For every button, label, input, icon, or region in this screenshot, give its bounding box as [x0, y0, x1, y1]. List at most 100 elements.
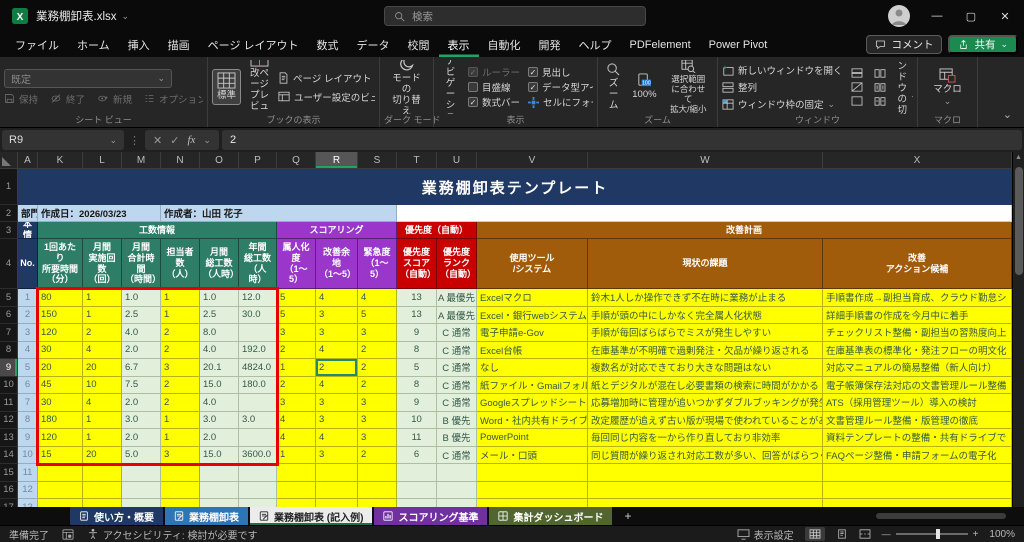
- cell-W6[interactable]: 手順が頭の中にしかなく完全属人化状態: [588, 307, 823, 325]
- row-header-2[interactable]: 2: [0, 205, 18, 222]
- page-break-status-button[interactable]: [859, 529, 871, 539]
- cell-R13[interactable]: 4: [316, 429, 358, 447]
- cell-W15[interactable]: [588, 464, 823, 482]
- cell-W16[interactable]: [588, 482, 823, 500]
- cell-S11[interactable]: 3: [358, 394, 397, 412]
- comments-button[interactable]: コメント: [866, 35, 942, 54]
- row-header-14[interactable]: 14: [0, 447, 18, 465]
- cell-L12[interactable]: 1: [83, 412, 122, 430]
- column-header-T[interactable]: T: [397, 152, 437, 169]
- gridlines-checkbox[interactable]: 目盛線: [468, 80, 520, 95]
- cell-V12[interactable]: Word・社内共有ドライブ: [477, 412, 588, 430]
- sheet-tab-inventory-example[interactable]: 業務棚卸表 (記入例): [250, 507, 372, 525]
- insert-function-icon[interactable]: fx: [187, 134, 195, 146]
- cell-S13[interactable]: 3: [358, 429, 397, 447]
- cell-W7[interactable]: 手順が毎回ばらばらでミスが発生しやすい: [588, 324, 823, 342]
- menu-tab-4[interactable]: ページ レイアウト: [199, 32, 308, 57]
- cell-R12[interactable]: 3: [316, 412, 358, 430]
- cell-L7[interactable]: 2: [83, 324, 122, 342]
- header-group-scoring[interactable]: スコアリング: [277, 222, 397, 239]
- header-col-S[interactable]: 緊急度 （1～5）: [358, 239, 397, 289]
- cell-P7[interactable]: [239, 324, 277, 342]
- cell-dept-label[interactable]: 部門: [18, 205, 38, 222]
- cell-T16[interactable]: [397, 482, 437, 500]
- cell-W8[interactable]: 在庫基準が不明確で過剰発注・欠品が繰り返される: [588, 342, 823, 360]
- header-col-A[interactable]: No.: [18, 239, 38, 289]
- cell-V5[interactable]: Excelマクロ: [477, 289, 588, 307]
- cell-R16[interactable]: [316, 482, 358, 500]
- header-col-U[interactable]: 優先度 ランク （自動）: [437, 239, 477, 289]
- cell-L8[interactable]: 4: [83, 342, 122, 360]
- zoom-out-icon[interactable]: —: [882, 529, 891, 539]
- cell-U14[interactable]: C 通常: [437, 447, 477, 465]
- cell-A12[interactable]: 8: [18, 412, 38, 430]
- cell-U5[interactable]: A 最優先: [437, 289, 477, 307]
- column-header-X[interactable]: X: [823, 152, 1012, 169]
- freeze-panes-button[interactable]: ウィンドウ枠の固定⌄: [722, 97, 843, 111]
- cell-N5[interactable]: 1: [161, 289, 200, 307]
- cell-P16[interactable]: [239, 482, 277, 500]
- cell-A17[interactable]: 13: [18, 499, 38, 507]
- row-header-10[interactable]: 10: [0, 377, 18, 395]
- hide-window-button[interactable]: [851, 82, 863, 92]
- cell-K11[interactable]: 30: [38, 394, 83, 412]
- cell-M7[interactable]: 4.0: [122, 324, 161, 342]
- exit-sheet-view-button[interactable]: 終了: [50, 92, 85, 106]
- row-header-7[interactable]: 7: [0, 324, 18, 342]
- new-sheet-view-button[interactable]: 新規: [97, 92, 132, 106]
- header-group-basic[interactable]: 本情: [18, 222, 38, 239]
- view-side-by-side-icon[interactable]: [874, 68, 886, 78]
- header-col-N[interactable]: 担当者数 （人）: [161, 239, 200, 289]
- column-header-R[interactable]: R: [316, 152, 358, 169]
- header-col-V[interactable]: 使用ツール /システム: [477, 239, 588, 289]
- cell-V15[interactable]: [477, 464, 588, 482]
- cell-R7[interactable]: 3: [316, 324, 358, 342]
- cell-U12[interactable]: B 優先: [437, 412, 477, 430]
- data-type-icons-checkbox[interactable]: ✓データ型アイコン: [528, 80, 593, 95]
- cell-L6[interactable]: 1: [83, 307, 122, 325]
- cell-X16[interactable]: [823, 482, 1012, 500]
- menu-tab-0[interactable]: ファイル: [6, 32, 68, 57]
- cell-K7[interactable]: 120: [38, 324, 83, 342]
- cell-S7[interactable]: 3: [358, 324, 397, 342]
- menu-tab-9[interactable]: 自動化: [479, 32, 530, 57]
- cell-P11[interactable]: [239, 394, 277, 412]
- cell-Q11[interactable]: 3: [277, 394, 316, 412]
- header-col-T[interactable]: 優先度 スコア （自動）: [397, 239, 437, 289]
- navigation-button[interactable]: ナビゲー ション: [438, 60, 463, 114]
- menu-tab-12[interactable]: PDFelement: [621, 32, 700, 57]
- cell-O9[interactable]: 20.1: [200, 359, 239, 377]
- cell-K6[interactable]: 150: [38, 307, 83, 325]
- menu-tab-1[interactable]: ホーム: [68, 32, 119, 57]
- cell-O17[interactable]: [200, 499, 239, 507]
- ruler-checkbox-box[interactable]: ✓: [468, 67, 478, 77]
- header-col-W[interactable]: 現状の課題: [588, 239, 823, 289]
- sheet-title-cell[interactable]: 業務棚卸表テンプレート: [18, 169, 1012, 205]
- cell-X14[interactable]: FAQページ整備・申請フォームの電子化: [823, 447, 1012, 465]
- column-header-K[interactable]: K: [38, 152, 83, 169]
- cell-O8[interactable]: 4.0: [200, 342, 239, 360]
- zoom-to-selection-button[interactable]: 選択範囲に合わせて 拡大/縮小: [664, 60, 713, 114]
- cell-K17[interactable]: [38, 499, 83, 507]
- column-header-A[interactable]: A: [18, 152, 38, 169]
- row-header-16[interactable]: 16: [0, 482, 18, 500]
- cell-T10[interactable]: 8: [397, 377, 437, 395]
- cell-Q6[interactable]: 5: [277, 307, 316, 325]
- cell-M11[interactable]: 2.0: [122, 394, 161, 412]
- cell-S8[interactable]: 2: [358, 342, 397, 360]
- menu-tab-11[interactable]: ヘルプ: [570, 32, 621, 57]
- cell-P9[interactable]: 4824.0: [239, 359, 277, 377]
- cell-U13[interactable]: B 優先: [437, 429, 477, 447]
- cell-R5[interactable]: 4: [316, 289, 358, 307]
- cell-W5[interactable]: 鈴木1人しか操作できず不在時に業務が止まる: [588, 289, 823, 307]
- cell-R6[interactable]: 3: [316, 307, 358, 325]
- split-button[interactable]: [851, 68, 863, 78]
- cell-V13[interactable]: PowerPoint: [477, 429, 588, 447]
- header-group-kaizen[interactable]: 改善計画: [477, 222, 1012, 239]
- sheet-tab-dashboard[interactable]: 集計ダッシュボード: [489, 507, 612, 525]
- cell-A15[interactable]: 11: [18, 464, 38, 482]
- cell-O5[interactable]: 1.0: [200, 289, 239, 307]
- cell-U9[interactable]: C 通常: [437, 359, 477, 377]
- sheet-view-options-button[interactable]: オプション: [144, 92, 203, 106]
- cell-U10[interactable]: C 通常: [437, 377, 477, 395]
